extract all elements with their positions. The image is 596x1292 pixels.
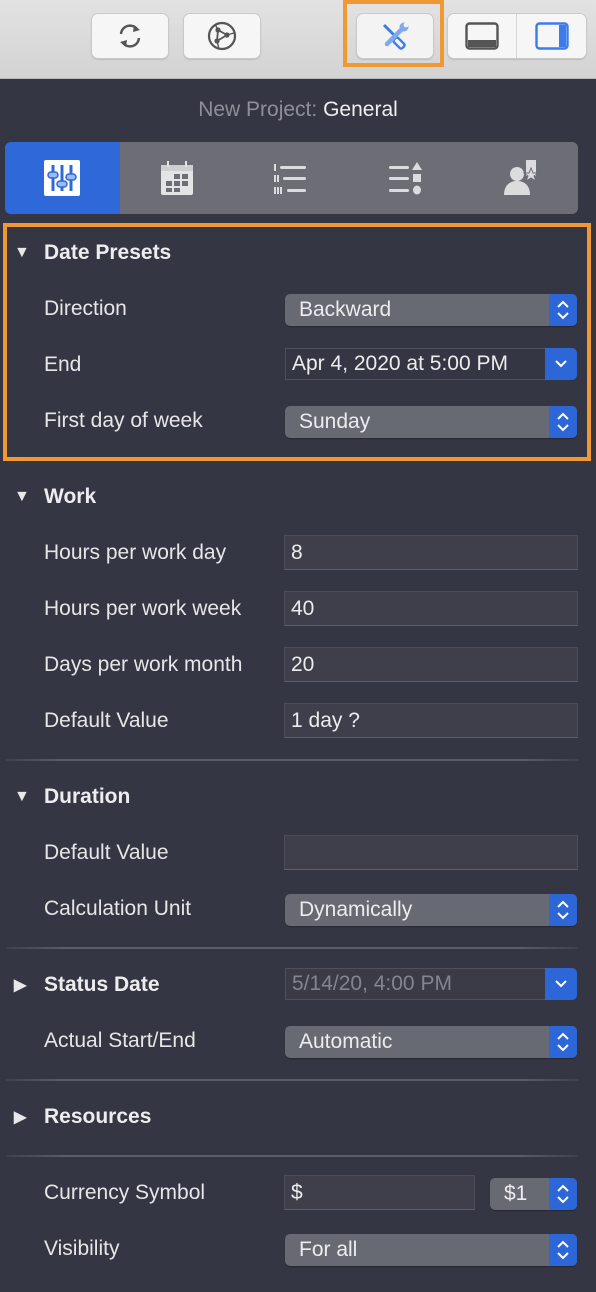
bottom-pane-icon <box>465 22 499 50</box>
days-per-month-label: Days per work month <box>44 653 243 676</box>
currency-format-value: $1 <box>504 1182 528 1205</box>
resources-header[interactable]: ▶ Resources <box>14 1105 151 1129</box>
currency-format-popup[interactable]: $1 <box>490 1178 577 1210</box>
duration-default-value-label: Default Value <box>44 841 169 864</box>
divider <box>6 1155 578 1157</box>
section-title: General <box>323 98 398 121</box>
status-date-picker[interactable]: 5/14/20, 4:00 PM <box>285 968 577 1000</box>
section-title: Date Presets <box>44 241 172 264</box>
direction-value: Backward <box>299 298 392 321</box>
end-date-picker[interactable]: Apr 4, 2020 at 5:00 PM <box>285 348 577 380</box>
tab-calendar[interactable] <box>120 142 235 214</box>
work-header[interactable]: ▼ Work <box>14 485 96 509</box>
bottom-pane-toggle[interactable] <box>448 14 518 58</box>
duration-header[interactable]: ▼ Duration <box>14 785 130 809</box>
up-down-chevron-icon <box>549 406 577 438</box>
hours-per-day-field[interactable]: 8 <box>284 535 578 570</box>
hours-per-week-label: Hours per work week <box>44 597 242 620</box>
up-down-chevron-icon <box>549 894 577 926</box>
up-down-chevron-icon <box>549 294 577 326</box>
divider <box>6 1079 578 1081</box>
visibility-popup[interactable]: For all <box>285 1234 577 1266</box>
tab-resources[interactable] <box>463 142 578 214</box>
disclosure-collapsed-icon[interactable]: ▶ <box>14 1107 34 1127</box>
toolbar <box>0 0 596 79</box>
disclosure-expanded-icon[interactable]: ▼ <box>14 244 34 262</box>
direction-popup[interactable]: Backward <box>285 294 577 326</box>
end-label: End <box>44 353 82 376</box>
disclosure-collapsed-icon[interactable]: ▶ <box>14 975 34 995</box>
work-default-value-field[interactable]: 1 day ? <box>284 703 578 738</box>
up-down-chevron-icon <box>549 1026 577 1058</box>
section-title: Resources <box>44 1105 152 1128</box>
chevron-down-icon[interactable] <box>545 348 577 380</box>
pane-toggle-group <box>447 13 587 59</box>
first-day-value: Sunday <box>299 410 371 433</box>
sliders-icon <box>44 160 81 196</box>
up-down-chevron-icon <box>549 1178 577 1210</box>
status-date-header[interactable]: ▶ Status Date <box>14 973 160 997</box>
divider <box>6 759 578 761</box>
days-per-month-field[interactable]: 20 <box>284 647 578 682</box>
tab-outline[interactable] <box>234 142 349 214</box>
section-title: Duration <box>44 785 131 808</box>
refresh-icon <box>119 24 141 48</box>
shapes-list-icon <box>389 162 423 195</box>
tab-general[interactable] <box>5 142 120 214</box>
section-title: Work <box>44 485 97 508</box>
end-date-value[interactable]: Apr 4, 2020 at 5:00 PM <box>285 348 545 380</box>
visibility-label: Visibility <box>44 1237 120 1260</box>
first-day-popup[interactable]: Sunday <box>285 406 577 438</box>
calendar-icon <box>160 161 193 195</box>
refresh-button[interactable] <box>91 13 169 59</box>
network-button[interactable] <box>183 13 261 59</box>
hours-per-day-label: Hours per work day <box>44 541 227 564</box>
person-star-icon <box>503 160 540 195</box>
divider <box>6 947 578 949</box>
tools-icon <box>382 22 409 50</box>
currency-symbol-label: Currency Symbol <box>44 1181 206 1204</box>
calc-unit-popup[interactable]: Dynamically <box>285 894 577 926</box>
numbered-list-icon <box>274 164 307 194</box>
calc-unit-label: Calculation Unit <box>44 897 192 920</box>
actual-start-end-value: Automatic <box>299 1030 393 1053</box>
section-title: Status Date <box>44 973 160 996</box>
work-default-value-label: Default Value <box>44 709 169 732</box>
disclosure-expanded-icon[interactable]: ▼ <box>14 488 34 506</box>
actual-start-end-popup[interactable]: Automatic <box>285 1026 577 1058</box>
duration-default-value-field[interactable] <box>284 835 578 870</box>
project-label: New Project: <box>198 98 318 121</box>
status-date-value[interactable]: 5/14/20, 4:00 PM <box>285 968 545 1000</box>
date-presets-header[interactable]: ▼ Date Presets <box>14 241 171 265</box>
currency-symbol-field[interactable]: $ <box>284 1175 475 1210</box>
disclosure-expanded-icon[interactable]: ▼ <box>14 788 34 806</box>
side-pane-icon <box>535 22 569 50</box>
visibility-value: For all <box>299 1238 358 1261</box>
actual-start-end-label: Actual Start/End <box>44 1029 196 1052</box>
inspector-button[interactable] <box>356 13 434 59</box>
calc-unit-value: Dynamically <box>299 898 413 921</box>
chevron-down-icon[interactable] <box>545 968 577 1000</box>
first-day-label: First day of week <box>44 409 203 432</box>
inspector-title: New Project: General <box>0 98 596 122</box>
direction-label: Direction <box>44 297 127 320</box>
inspector-tab-bar <box>5 142 578 214</box>
up-down-chevron-icon <box>549 1234 577 1266</box>
side-pane-toggle[interactable] <box>518 14 586 58</box>
hours-per-week-field[interactable]: 40 <box>284 591 578 626</box>
tab-styles[interactable] <box>349 142 464 214</box>
network-icon <box>207 21 237 51</box>
